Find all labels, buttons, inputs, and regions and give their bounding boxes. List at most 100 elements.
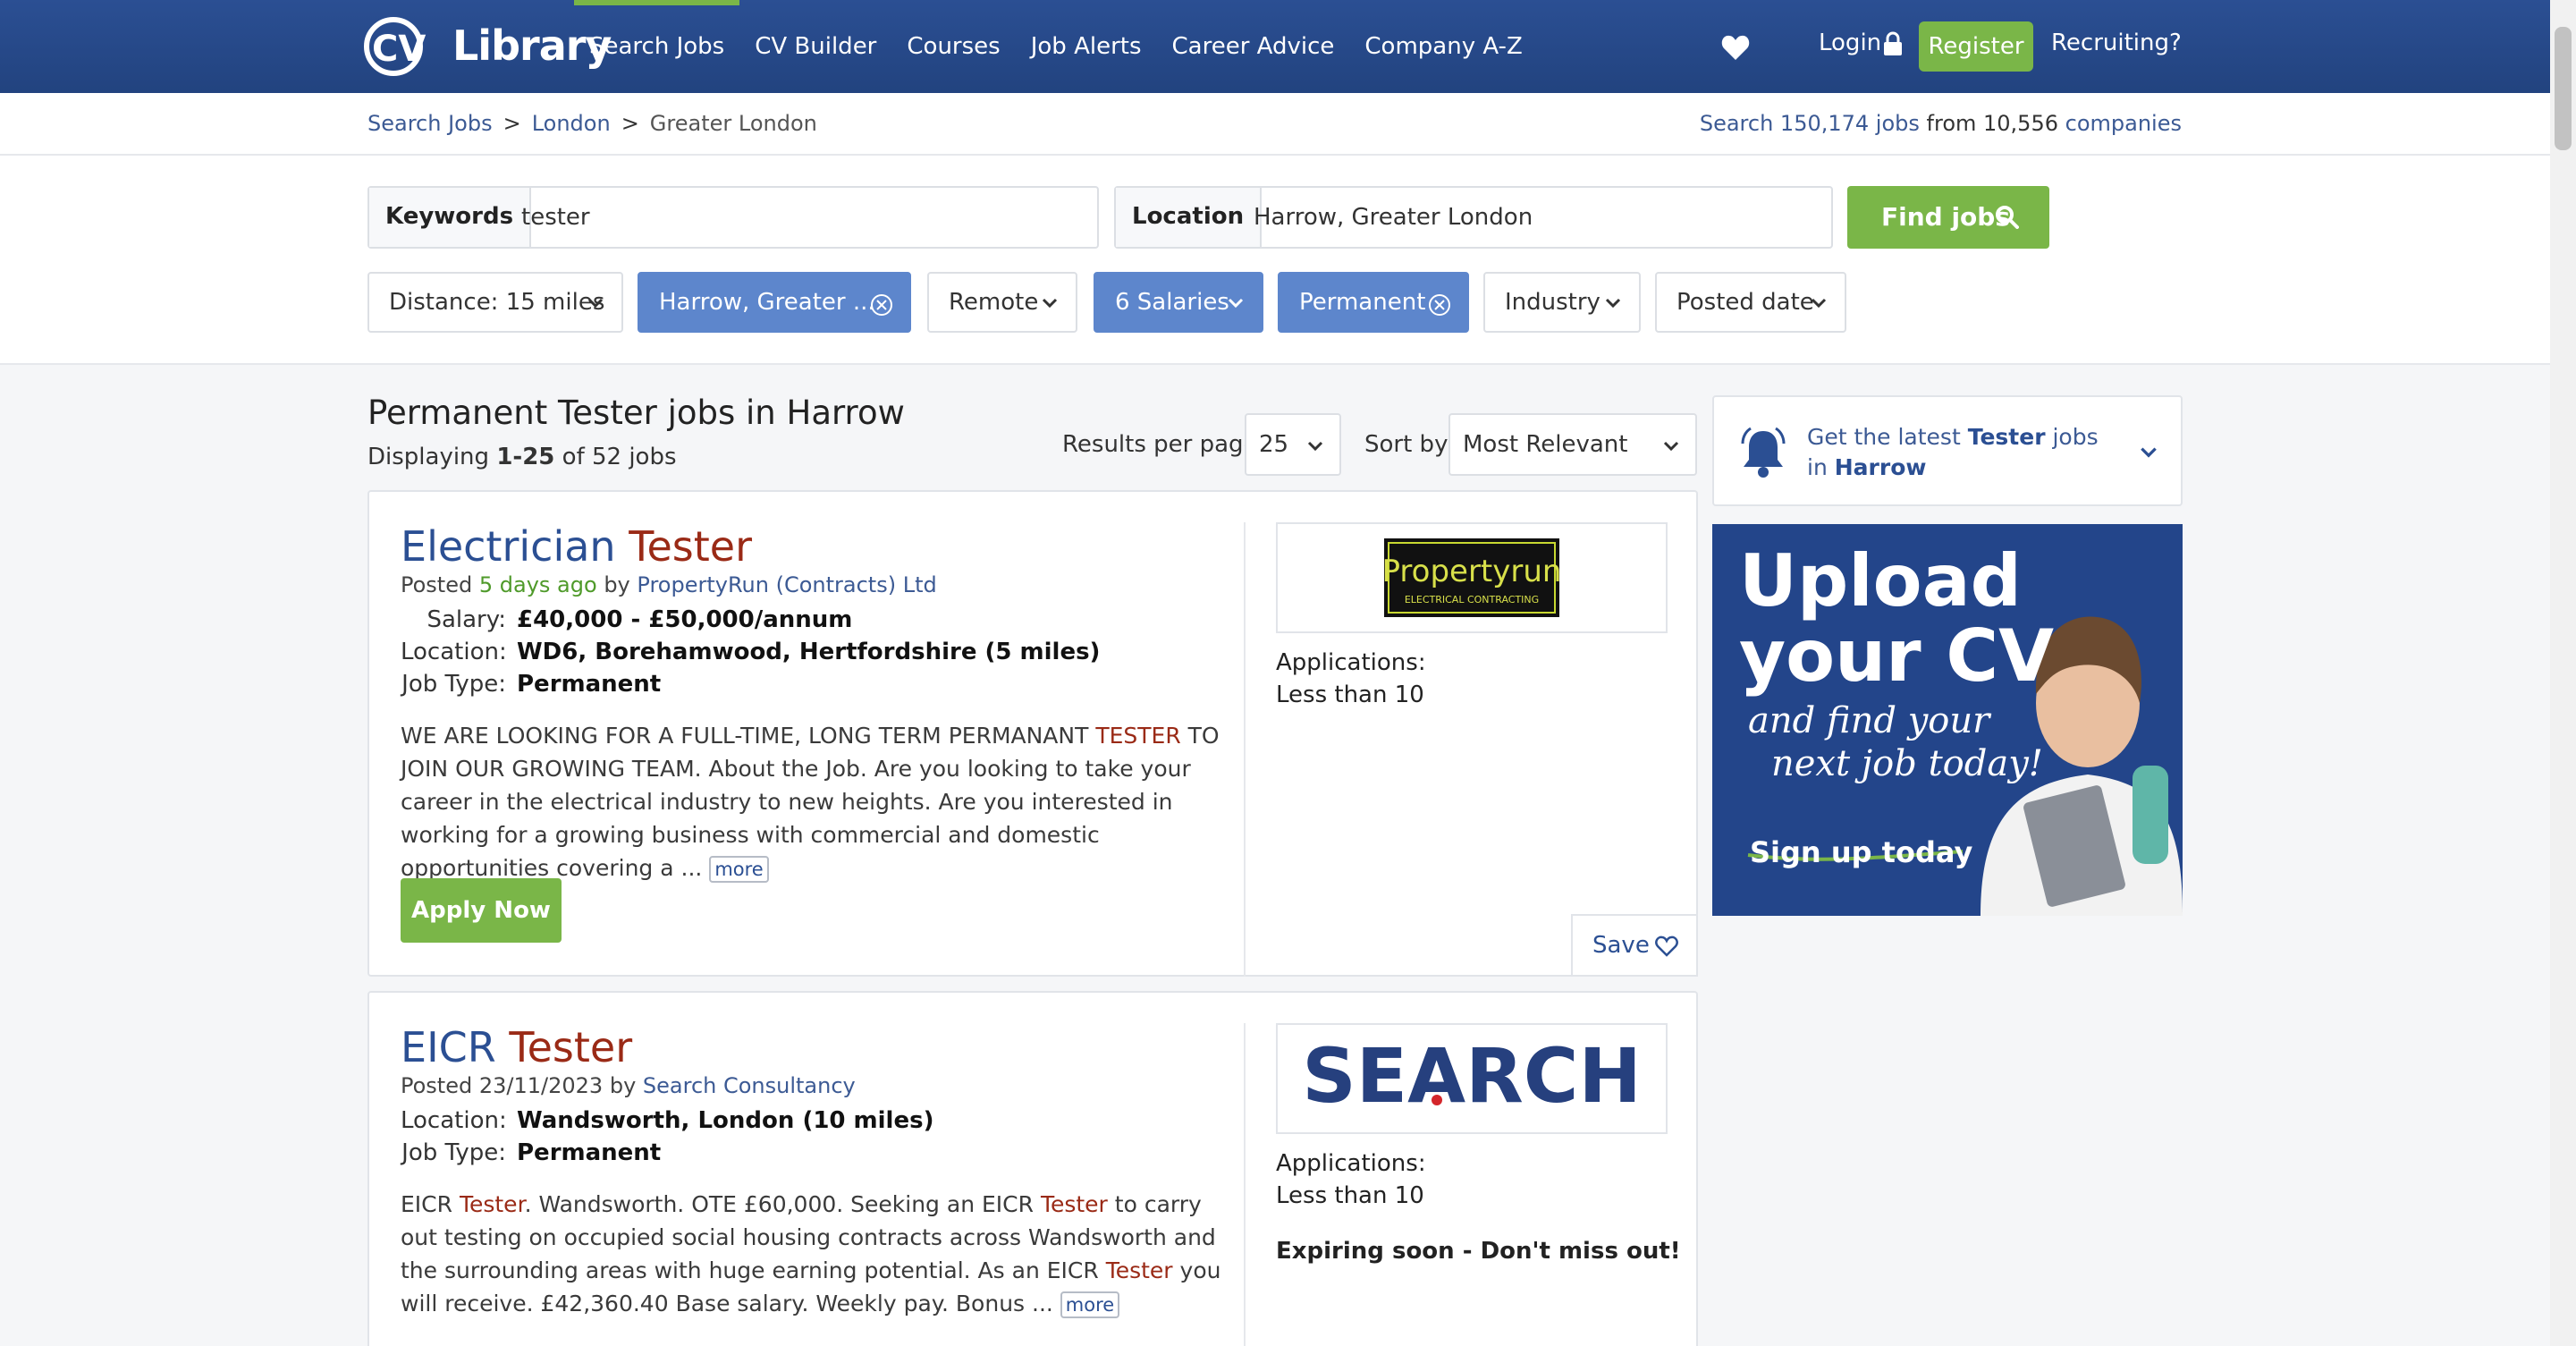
remove-filter-icon[interactable] [1428,293,1451,317]
nav-company-a-z[interactable]: Company A-Z [1349,0,1537,93]
company-logo[interactable]: Propertyrun ELECTRICAL CONTRACTING [1276,522,1668,633]
expiring-soon-notice: Expiring soon - Don't miss out! [1276,1238,1681,1265]
keywords-field[interactable]: Keywords tester [367,186,1099,249]
bell-icon [1741,427,1786,478]
posted-date-filter[interactable]: Posted date [1655,272,1846,333]
job-salary: Salary: £40,000 - £50,000/annum [401,606,852,633]
company-link[interactable]: Search Consultancy [643,1073,856,1098]
breadcrumb-search-jobs[interactable]: Search Jobs [367,111,493,136]
description-highlight: Tester [459,1191,525,1217]
alert-term: Tester [1967,424,2046,450]
job-location: Location: Wandsworth, London (10 miles) [401,1107,933,1134]
job-card: Electrician Tester Posted 5 days ago by … [367,490,1698,977]
job-description: EICR Tester. Wandsworth. OTE £60,000. Se… [401,1188,1223,1320]
nav-courses[interactable]: Courses [891,0,1015,93]
saved-jobs-heart-icon[interactable] [1721,34,1750,61]
posted-date-filter-label: Posted date [1677,289,1814,316]
job-posted-line: Posted 5 days ago by PropertyRun (Contra… [401,572,937,597]
description-text: WE ARE LOOKING FOR A FULL-TIME, LONG TER… [401,723,1096,749]
company-logo[interactable]: SEARCH [1276,1023,1668,1134]
nav-cv-builder[interactable]: CV Builder [739,0,891,93]
permanent-filter-chip[interactable]: Permanent [1278,272,1469,333]
page-scrollbar[interactable] [2550,0,2576,1346]
salaries-filter-label: 6 Salaries [1115,289,1229,316]
salary-value: £40,000 - £50,000/annum [517,606,853,633]
find-jobs-button[interactable]: Find jobs [1847,186,2049,249]
applications-label: Applications: [1276,649,1426,676]
results-count: Displaying 1-25 of 52 jobs [367,444,677,470]
chevron-down-icon [1605,298,1621,309]
stats-search-link[interactable]: Search [1700,111,1773,136]
remote-filter[interactable]: Remote [927,272,1077,333]
results-per-page-select[interactable]: 25 [1245,413,1341,476]
recruiting-link[interactable]: Recruiting? [2051,30,2182,56]
applications-value: Less than 10 [1276,681,1424,708]
stats-companies-link[interactable]: companies [2065,111,2182,136]
posted-by: by [604,572,630,597]
location-label: Location: [401,1107,507,1134]
results-total: of 52 jobs [562,444,677,470]
job-type-label: Job Type: [401,671,506,698]
cv-library-logo[interactable]: CV Library [361,13,612,79]
search-logo-text: SEARCH [1302,1032,1642,1120]
posted-label: Posted [401,572,473,597]
upload-cv-banner[interactable]: Upload your CV and find your next job to… [1712,524,2183,916]
card-divider [1244,522,1246,977]
salary-label: Salary: [427,606,506,633]
job-title-link[interactable]: Electrician Tester [401,522,752,571]
promo-signup-cta[interactable]: Sign up today [1750,835,1972,869]
stats-jobs-link[interactable]: 150,174 jobs [1780,111,1920,136]
scrollbar-thumb[interactable] [2555,27,2572,150]
job-type: Job Type: Permanent [401,1139,661,1166]
job-type-value: Permanent [517,1139,662,1166]
promo-subline-2: next job today! [1771,743,2043,784]
keywords-input[interactable]: tester [521,188,590,247]
more-button[interactable]: more [709,856,769,883]
description-highlight: Tester [1105,1257,1173,1283]
heart-outline-icon [1655,935,1678,957]
cv-logo-icon: CV [364,17,426,76]
nav-job-alerts[interactable]: Job Alerts [1016,0,1157,93]
description-text: EICR [401,1191,460,1217]
save-job-button[interactable]: Save [1571,914,1698,977]
distance-filter[interactable]: Distance: 15 miles [367,272,623,333]
results-title: Permanent Tester jobs in Harrow [367,394,905,432]
site-stats: Search 150,174 jobs from 10,556 companie… [1700,111,2182,136]
location-field[interactable]: Location Harrow, Greater London [1114,186,1833,249]
company-link[interactable]: PropertyRun (Contracts) Ltd [637,572,936,597]
job-card: EICR Tester Posted 23/11/2023 by Search … [367,991,1698,1346]
breadcrumb: Search Jobs > London > Greater London [367,111,817,136]
industry-filter[interactable]: Industry [1483,272,1641,333]
alert-pre: Get the latest [1807,424,1961,450]
description-highlight: Tester [1040,1191,1108,1217]
job-alert-box[interactable]: Get the latest Tester jobs in Harrow [1712,395,2183,506]
salaries-filter-chip[interactable]: 6 Salaries [1094,272,1263,333]
breadcrumb-london[interactable]: London [532,111,611,136]
register-button[interactable]: Register [1919,21,2033,72]
nav-search-jobs[interactable]: Search Jobs [574,0,740,93]
breadcrumb-greater-london: Greater London [649,111,817,136]
login-link[interactable]: Login [1819,30,1881,56]
posted-label: Posted [401,1073,473,1098]
sort-by-select[interactable]: Most Relevant [1448,413,1697,476]
job-posted-line: Posted 23/11/2023 by Search Consultancy [401,1073,856,1098]
location-filter-chip[interactable]: Harrow, Greater ... [638,272,911,333]
remote-filter-label: Remote [949,289,1039,316]
location-filter-label: Harrow, Greater ... [659,289,875,316]
applications-value: Less than 10 [1276,1182,1424,1209]
posted-by: by [609,1073,637,1098]
job-type: Job Type: Permanent [401,671,661,698]
stats-from: from 10,556 [1926,111,2058,136]
promo-headline-line-2: your CV [1739,614,2054,698]
job-title-link[interactable]: EICR Tester [401,1023,632,1071]
chevron-down-icon [1811,298,1827,309]
promo-subline-1: and find your [1748,700,1990,741]
remove-filter-icon[interactable] [870,293,893,317]
nav-career-advice[interactable]: Career Advice [1157,0,1350,93]
location-input[interactable]: Harrow, Greater London [1254,188,1533,247]
propertyrun-logo-subtext: ELECTRICAL CONTRACTING [1405,594,1539,605]
posted-when: 5 days ago [478,572,597,597]
apply-now-button[interactable]: Apply Now [401,878,562,943]
job-title-highlight: Tester [509,1023,633,1071]
more-button[interactable]: more [1060,1291,1120,1318]
